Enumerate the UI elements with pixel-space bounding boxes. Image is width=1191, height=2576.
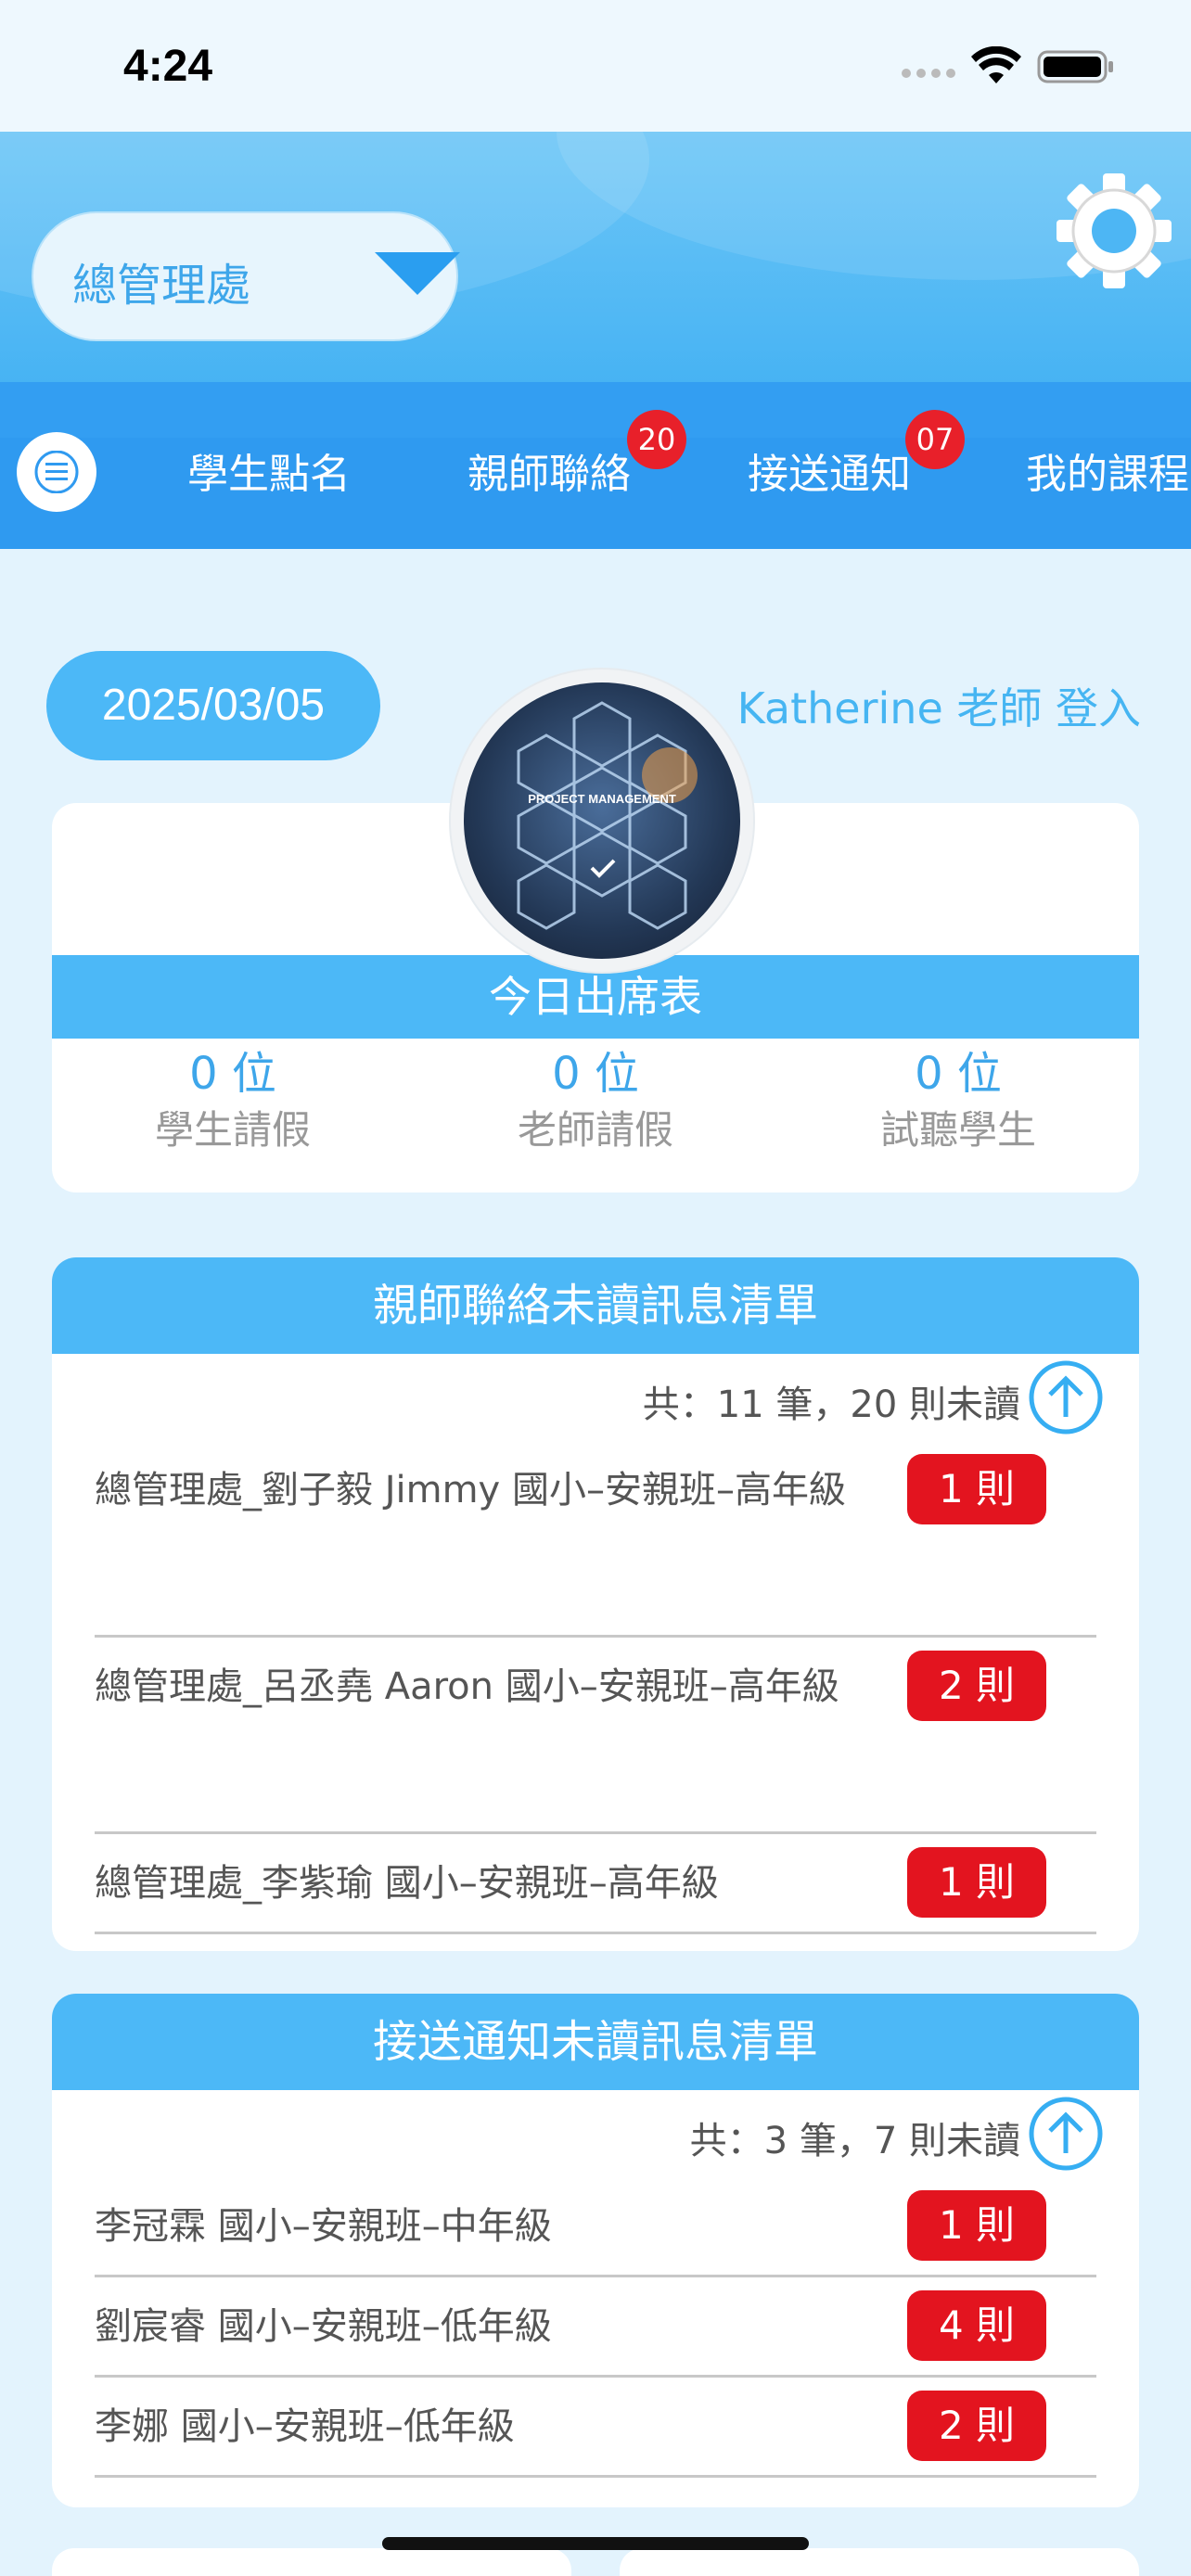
stat-value: 0 位 — [189, 1048, 276, 1100]
pickup-row[interactable]: 劉宸睿 國小–安親班–低年級 4 則 — [95, 2277, 1096, 2378]
row-student: 總管理處_李紫瑜 國小–安親班–高年級 — [95, 1862, 719, 1905]
pickup-list-title: 接送通知未讀訊息清單 — [52, 1994, 1139, 2090]
app-header: 總管理處 — [0, 132, 1191, 382]
pickup-row[interactable]: 李冠霖 國小–安親班–中年級 1 則 — [95, 2177, 1096, 2277]
stat-student-leave[interactable]: 0 位 學生請假 — [52, 1046, 414, 1159]
bottom-card-right[interactable] — [620, 2548, 1139, 2576]
nav-tab-my-courses[interactable]: 我的課程 — [1026, 438, 1191, 512]
stat-label: 試聽學生 — [879, 1107, 1036, 1153]
bottom-card-left[interactable] — [52, 2548, 571, 2576]
unread-count-badge: 1 則 — [907, 1847, 1046, 1918]
nav-tab-roll-call[interactable]: 學生點名 — [187, 438, 351, 512]
stat-label: 老師請假 — [517, 1107, 673, 1153]
home-indicator[interactable] — [382, 2537, 809, 2550]
parent-teacher-unread-card: 親師聯絡未讀訊息清單 共：11 筆，20 則未讀 總管理處_劉子毅 Jimmy … — [52, 1257, 1139, 1951]
stat-label: 學生請假 — [154, 1107, 311, 1153]
unread-count-badge: 1 則 — [907, 2190, 1046, 2261]
menu-button[interactable] — [17, 432, 96, 512]
parent-teacher-row[interactable]: 總管理處_呂丞堯 Aaron 國小–安親班–高年級 2 則 — [95, 1638, 1096, 1834]
scroll-up-arrow-icon[interactable] — [1028, 2096, 1104, 2172]
row-student: 劉宸睿 國小–安親班–低年級 — [95, 2305, 552, 2348]
cellular-signal-icon — [902, 65, 957, 78]
nav-tab-pickup[interactable]: 接送通知 — [748, 438, 911, 512]
dropdown-caret-icon — [375, 252, 460, 295]
row-student: 總管理處_呂丞堯 Aaron 國小–安親班–高年級 — [95, 1665, 839, 1708]
unread-count-badge: 2 則 — [907, 2391, 1046, 2461]
branch-dropdown-label: 總管理處 — [72, 260, 251, 312]
pickup-summary: 共：3 筆，7 則未讀 — [689, 2120, 1020, 2162]
stat-teacher-leave[interactable]: 0 位 老師請假 — [415, 1046, 776, 1159]
settings-gear-icon[interactable] — [1054, 171, 1174, 291]
nav-bar: 學生點名 親師聯絡 20 接送通知 07 我的課程 — [0, 382, 1191, 549]
wifi-icon — [971, 46, 1021, 83]
logo-text: PROJECT MANAGEMENT — [528, 792, 676, 806]
project-management-logo: PROJECT MANAGEMENT — [451, 670, 753, 972]
unread-count-badge: 1 則 — [907, 1454, 1046, 1524]
parent-teacher-summary: 共：11 筆，20 則未讀 — [642, 1384, 1020, 1426]
parent-teacher-badge: 20 — [627, 410, 686, 469]
parent-teacher-list-title: 親師聯絡未讀訊息清單 — [52, 1257, 1139, 1354]
branch-dropdown[interactable]: 總管理處 — [32, 211, 460, 341]
unread-count-badge: 4 則 — [907, 2290, 1046, 2361]
hamburger-menu-icon — [34, 451, 79, 493]
scroll-up-arrow-icon[interactable] — [1028, 1359, 1104, 1435]
date-pill[interactable]: 2025/03/05 — [46, 651, 380, 760]
pickup-row[interactable]: 李娜 國小–安親班–低年級 2 則 — [95, 2378, 1096, 2478]
stat-value: 0 位 — [552, 1048, 639, 1100]
stat-trial-students[interactable]: 0 位 試聽學生 — [777, 1046, 1139, 1159]
pickup-badge: 07 — [905, 410, 965, 469]
login-status: Katherine 老師 登入 — [736, 683, 1141, 733]
unread-count-badge: 2 則 — [907, 1651, 1046, 1721]
status-bar: 4:24 — [0, 0, 1191, 132]
nav-tab-parent-teacher[interactable]: 親師聯絡 — [467, 438, 631, 512]
stat-value: 0 位 — [915, 1048, 1002, 1100]
pickup-unread-card: 接送通知未讀訊息清單 共：3 筆，7 則未讀 李冠霖 國小–安親班–中年級 1 … — [52, 1994, 1139, 2507]
row-student: 李娜 國小–安親班–低年級 — [95, 2405, 515, 2448]
parent-teacher-row[interactable]: 總管理處_劉子毅 Jimmy 國小–安親班–高年級 1 則 — [95, 1441, 1096, 1638]
status-time: 4:24 — [123, 42, 213, 91]
battery-icon — [1037, 50, 1113, 83]
parent-teacher-row[interactable]: 總管理處_李紫瑜 國小–安親班–高年級 1 則 — [95, 1834, 1096, 1934]
row-student: 總管理處_劉子毅 Jimmy 國小–安親班–高年級 — [95, 1469, 846, 1511]
row-student: 李冠霖 國小–安親班–中年級 — [95, 2205, 552, 2248]
